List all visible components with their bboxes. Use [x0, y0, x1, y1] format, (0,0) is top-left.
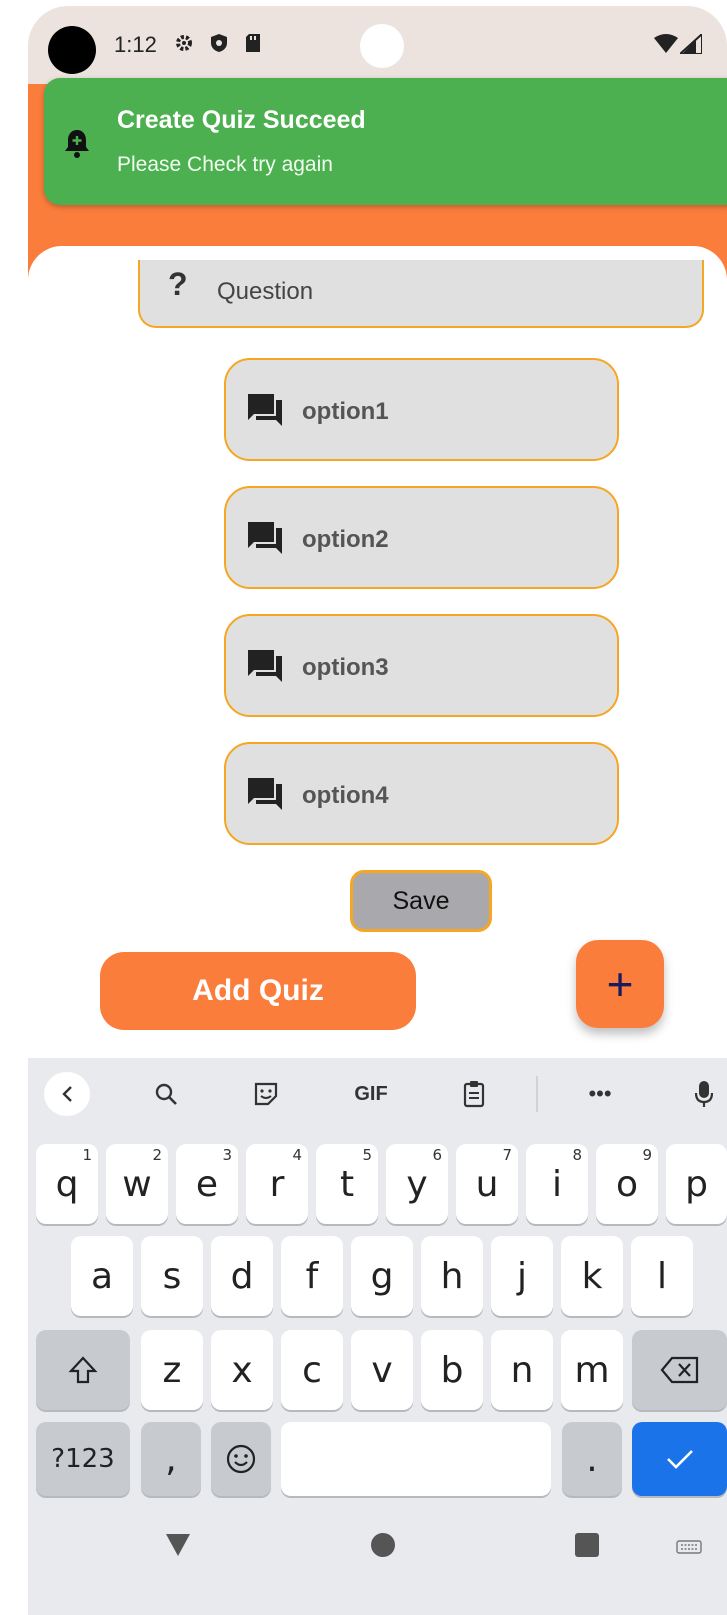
- chat-bubbles-icon: [248, 778, 282, 815]
- status-bar: 1:12: [28, 6, 727, 84]
- soft-keyboard: GIF ••• q1 w2 e3 r4 t5 y6 u7 i8 o9 p a s…: [28, 1058, 727, 1508]
- search-icon[interactable]: [146, 1072, 186, 1116]
- key-i[interactable]: i8: [526, 1144, 588, 1224]
- key-d[interactable]: d: [211, 1236, 273, 1316]
- emoji-icon: [226, 1444, 256, 1474]
- clipboard-icon[interactable]: [454, 1072, 494, 1116]
- question-field[interactable]: ? Question: [138, 260, 704, 328]
- key-l[interactable]: l: [631, 1236, 693, 1316]
- question-mark-icon: ?: [168, 266, 188, 302]
- keyboard-switch-icon[interactable]: [676, 1540, 702, 1559]
- gif-button[interactable]: GIF: [346, 1072, 396, 1116]
- key-e[interactable]: e3: [176, 1144, 238, 1224]
- key-x[interactable]: x: [211, 1330, 273, 1410]
- snackbar-message: Please Check try again: [117, 153, 333, 176]
- phone-screen: 1:12 Create Quiz Succeed Please Check tr…: [28, 6, 727, 1615]
- question-placeholder: Question: [217, 278, 314, 305]
- shift-icon: [68, 1356, 98, 1384]
- key-h[interactable]: h: [421, 1236, 483, 1316]
- key-g[interactable]: g: [351, 1236, 413, 1316]
- space-bar[interactable]: [281, 1422, 551, 1496]
- settings-icon: [173, 32, 195, 54]
- key-w[interactable]: w2: [106, 1144, 168, 1224]
- key-r[interactable]: r4: [246, 1144, 308, 1224]
- backspace-key[interactable]: [632, 1330, 727, 1410]
- back-chevron-button[interactable]: [44, 1072, 90, 1116]
- chat-bubbles-icon: [248, 522, 282, 559]
- symbols-key[interactable]: ?123: [36, 1422, 130, 1496]
- option2-field[interactable]: option2: [224, 486, 619, 589]
- chat-bubbles-icon: [248, 394, 282, 431]
- add-quiz-button[interactable]: Add Quiz: [100, 952, 416, 1030]
- checkmark-icon: [666, 1450, 693, 1469]
- nav-back-icon[interactable]: [164, 1532, 192, 1563]
- wifi-icon: [654, 34, 678, 59]
- key-u[interactable]: u7: [456, 1144, 518, 1224]
- signal-icon: [677, 31, 703, 59]
- enter-key[interactable]: [632, 1422, 727, 1496]
- option3-field[interactable]: option3: [224, 614, 619, 717]
- key-a[interactable]: a: [71, 1236, 133, 1316]
- comma-key[interactable]: ,: [141, 1422, 201, 1496]
- key-p[interactable]: p: [666, 1144, 727, 1224]
- keyboard-toolbar: GIF •••: [28, 1058, 727, 1130]
- key-v[interactable]: v: [351, 1330, 413, 1410]
- key-c[interactable]: c: [281, 1330, 343, 1410]
- system-nav-bar: [28, 1508, 727, 1615]
- nav-home-icon[interactable]: [370, 1532, 396, 1563]
- key-s[interactable]: s: [141, 1236, 203, 1316]
- front-camera: [360, 24, 404, 68]
- option1-placeholder: option1: [302, 398, 389, 425]
- nav-recents-icon[interactable]: [574, 1532, 600, 1563]
- success-snackbar[interactable]: Create Quiz Succeed Please Check try aga…: [44, 78, 727, 205]
- backspace-icon: [660, 1356, 698, 1384]
- notification-bell-icon: [64, 128, 90, 163]
- key-n[interactable]: n: [491, 1330, 553, 1410]
- emoji-key[interactable]: [211, 1422, 271, 1496]
- option2-placeholder: option2: [302, 526, 389, 553]
- key-f[interactable]: f: [281, 1236, 343, 1316]
- add-fab-button[interactable]: +: [576, 940, 664, 1028]
- save-button[interactable]: Save: [350, 870, 492, 932]
- chat-bubbles-icon: [248, 650, 282, 687]
- quiz-form-card: ? Question option1 option2 option3 optio…: [28, 246, 727, 1058]
- option3-placeholder: option3: [302, 654, 389, 681]
- option4-placeholder: option4: [302, 782, 389, 809]
- key-m[interactable]: m: [561, 1330, 623, 1410]
- key-o[interactable]: o9: [596, 1144, 658, 1224]
- sticker-icon[interactable]: [246, 1072, 286, 1116]
- period-key[interactable]: .: [562, 1422, 622, 1496]
- option1-field[interactable]: option1: [224, 358, 619, 461]
- key-q[interactable]: q1: [36, 1144, 98, 1224]
- key-y[interactable]: y6: [386, 1144, 448, 1224]
- key-b[interactable]: b: [421, 1330, 483, 1410]
- more-options-button[interactable]: •••: [578, 1072, 622, 1116]
- status-time: 1:12: [114, 32, 157, 57]
- key-t[interactable]: t5: [316, 1144, 378, 1224]
- key-z[interactable]: z: [141, 1330, 203, 1410]
- sd-card-icon: [242, 32, 264, 54]
- key-j[interactable]: j: [491, 1236, 553, 1316]
- shield-icon: [208, 32, 230, 54]
- toolbar-divider: [536, 1076, 538, 1112]
- option4-field[interactable]: option4: [224, 742, 619, 845]
- key-k[interactable]: k: [561, 1236, 623, 1316]
- snackbar-title: Create Quiz Succeed: [117, 106, 366, 134]
- camera-cutout: [48, 26, 96, 74]
- shift-key[interactable]: [36, 1330, 130, 1410]
- microphone-icon[interactable]: [684, 1072, 724, 1116]
